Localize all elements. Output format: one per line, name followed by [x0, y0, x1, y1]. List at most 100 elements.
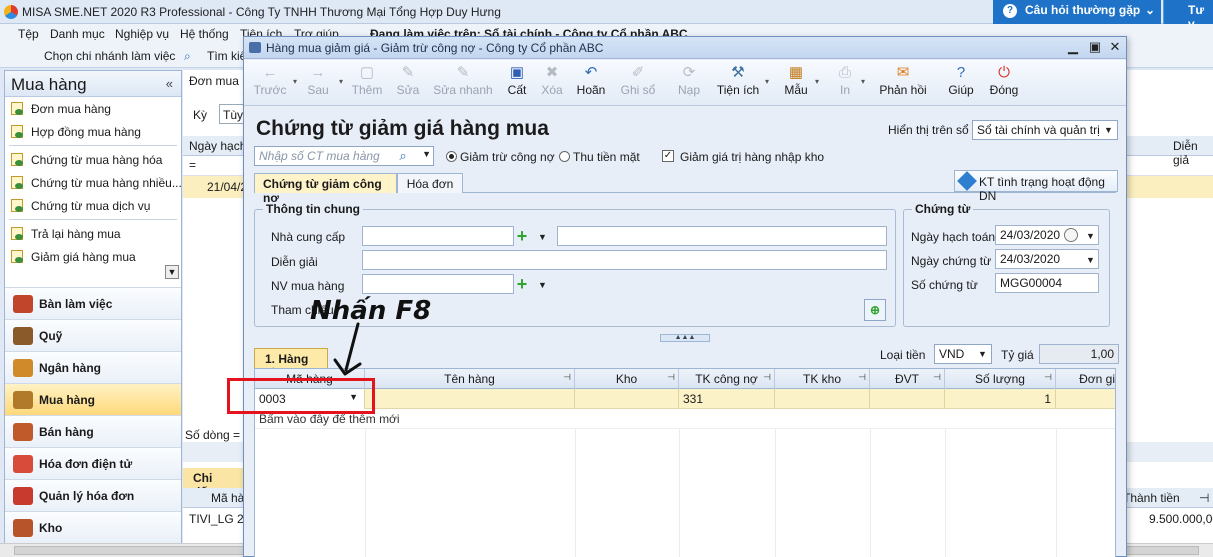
- tab-invoice[interactable]: Hóa đơn: [397, 173, 463, 193]
- col-unit-price[interactable]: Đơn gi: [1056, 369, 1115, 389]
- feedback-button[interactable]: ✉ Phản hồi: [878, 63, 928, 103]
- post-button[interactable]: ✐ Ghi sổ: [620, 63, 656, 103]
- faq-label: Câu hỏi thường gặp: [1025, 3, 1141, 17]
- book-select[interactable]: Sổ tài chính và quản trị ▼: [972, 120, 1118, 140]
- quick-edit-button[interactable]: ✎ Sửa nhanh: [432, 63, 494, 103]
- check-business-status-button[interactable]: KT tình trạng hoạt động DN: [954, 170, 1118, 203]
- module-desk[interactable]: Bàn làm việc: [5, 287, 181, 319]
- voucher-number-input[interactable]: MGG00004: [995, 273, 1099, 293]
- collapse-icon[interactable]: «: [166, 76, 173, 91]
- sidebar-item-service-voucher[interactable]: Chứng từ mua dịch vụ: [5, 194, 181, 217]
- exchange-rate-input[interactable]: 1,00: [1039, 344, 1119, 364]
- module-cash[interactable]: Quỹ: [5, 319, 181, 351]
- reload-button[interactable]: ⟳ Nạp: [676, 63, 702, 103]
- sidebar-item-multi-voucher[interactable]: Chứng từ mua hàng nhiều...: [5, 171, 181, 194]
- close-button[interactable]: ⏻ Đóng: [986, 63, 1022, 103]
- item-name-cell[interactable]: [365, 389, 575, 409]
- prev-button[interactable]: ← Trước ▾: [252, 63, 297, 103]
- module-e-invoice[interactable]: Hóa đơn điện tử: [5, 447, 181, 479]
- menu-system[interactable]: Hệ thống: [180, 27, 229, 41]
- unit-price-cell[interactable]: [1056, 389, 1115, 409]
- pin-icon[interactable]: ⊣: [1044, 372, 1052, 383]
- chevron-down-icon[interactable]: ▼: [1086, 255, 1095, 265]
- currency-select[interactable]: VND ▼: [934, 344, 992, 364]
- consult-button[interactable]: Tư v: [1163, 0, 1213, 31]
- splitter-handle[interactable]: ▲▲▲: [660, 334, 710, 342]
- menu-category[interactable]: Danh mục: [50, 27, 105, 41]
- add-new-row[interactable]: Bấm vào đây để thêm mới: [255, 409, 1115, 429]
- col-warehouse[interactable]: Kho ⊣: [575, 369, 679, 389]
- print-button[interactable]: ⎙ In ▾: [834, 63, 865, 103]
- col-item-name[interactable]: Tên hàng ⊣: [365, 369, 575, 389]
- delete-button[interactable]: ✖ Xóa: [538, 63, 566, 103]
- tab-goods-money[interactable]: 1. Hàng tiền: [254, 348, 328, 380]
- module-invoice-mgmt[interactable]: Quản lý hóa đơn: [5, 479, 181, 511]
- add-button[interactable]: ▢ Thêm: [350, 63, 384, 103]
- menu-file[interactable]: Tệp: [18, 27, 39, 41]
- module-purchase[interactable]: Mua hàng: [5, 383, 181, 415]
- module-label: Hóa đơn điện tử: [39, 457, 133, 471]
- table-row[interactable]: 0003 ▼ 331 1: [255, 389, 1115, 409]
- unit-cell[interactable]: [870, 389, 945, 409]
- maximize-icon[interactable]: ▣: [1086, 39, 1104, 56]
- module-sales[interactable]: Bán hàng: [5, 415, 181, 447]
- faq-button[interactable]: ? Câu hỏi thường gặp ⌄: [993, 0, 1161, 24]
- purchaser-input[interactable]: [362, 274, 514, 294]
- pin-icon[interactable]: ⊣: [763, 372, 771, 383]
- utilities-button[interactable]: ⚒ Tiện ích ▾: [716, 63, 769, 103]
- pin-icon[interactable]: ⊣: [667, 372, 675, 383]
- pin-icon[interactable]: ⊣: [563, 372, 571, 383]
- sidebar-item-purchase-contract[interactable]: Hợp đồng mua hàng: [5, 120, 181, 143]
- col-unit[interactable]: ĐVT ⊣: [870, 369, 945, 389]
- chevron-down-icon[interactable]: ▼: [538, 280, 547, 290]
- sidebar-item-purchase-order[interactable]: Đơn mua hàng: [5, 97, 181, 120]
- background-tab[interactable]: Đơn mua h: [189, 74, 249, 88]
- next-button[interactable]: → Sau ▾: [302, 63, 343, 103]
- tab-details[interactable]: Chi tiết: [183, 468, 243, 499]
- warehouse-cell[interactable]: [575, 389, 679, 409]
- pin-icon[interactable]: ⊣: [858, 372, 866, 383]
- help-button[interactable]: ? Giúp: [946, 63, 976, 103]
- payable-account-cell[interactable]: 331: [679, 389, 775, 409]
- quantity-cell[interactable]: 1: [945, 389, 1056, 409]
- search-icon[interactable]: ⌕: [393, 146, 413, 166]
- undo-button[interactable]: ↶ Hoãn: [576, 63, 606, 103]
- checkbox-reduce-stock-value[interactable]: ✓: [662, 150, 674, 162]
- sidebar-item-purchase-discount[interactable]: Giảm giá hàng mua: [5, 245, 181, 268]
- template-button[interactable]: ▦ Mẫu ▾: [782, 63, 819, 103]
- chevron-down-icon[interactable]: ▼: [538, 232, 547, 242]
- add-supplier-icon[interactable]: +: [514, 227, 530, 245]
- pin-icon[interactable]: ⊣: [933, 372, 941, 383]
- sidebar-scroll-down-icon[interactable]: ▼: [165, 265, 179, 279]
- module-bank[interactable]: Ngân hàng: [5, 351, 181, 383]
- minimize-icon[interactable]: ▁: [1064, 39, 1082, 56]
- posting-date-input[interactable]: 24/03/2020: [995, 225, 1099, 245]
- voucher-date-input[interactable]: 24/03/2020: [995, 249, 1099, 269]
- radio-cash-receipt[interactable]: [559, 151, 570, 162]
- supplier-code-input[interactable]: [362, 226, 514, 246]
- select-branch-button[interactable]: Chọn chi nhánh làm việc: [44, 49, 175, 63]
- pin-icon: ⊣: [1199, 491, 1210, 505]
- search-button[interactable]: Tìm kiế: [207, 49, 246, 63]
- clock-icon[interactable]: [1064, 228, 1078, 242]
- module-warehouse[interactable]: Kho: [5, 511, 181, 543]
- chevron-down-icon[interactable]: ▼: [422, 149, 431, 159]
- col-payable-account[interactable]: TK công nợ ⊣: [679, 369, 775, 389]
- radio-debt-reduction[interactable]: [446, 151, 457, 162]
- edit-button[interactable]: ✎ Sửa: [394, 63, 422, 103]
- save-button[interactable]: ▣ Cất: [504, 63, 530, 103]
- tab-debt-voucher[interactable]: Chứng từ giảm công nợ: [254, 173, 397, 205]
- sidebar-item-goods-voucher[interactable]: Chứng từ mua hàng hóa: [5, 148, 181, 171]
- sidebar-item-purchase-return[interactable]: Trả lại hàng mua: [5, 222, 181, 245]
- description-input[interactable]: [362, 250, 887, 270]
- col-quantity[interactable]: Số lượng ⊣: [945, 369, 1056, 389]
- supplier-name-input[interactable]: [557, 226, 887, 246]
- close-icon[interactable]: ✕: [1106, 39, 1124, 56]
- add-purchaser-icon[interactable]: +: [514, 275, 530, 293]
- chevron-down-icon[interactable]: ▼: [1086, 231, 1095, 241]
- stock-account-cell[interactable]: [775, 389, 870, 409]
- add-reference-button[interactable]: ⊕: [864, 299, 886, 321]
- voucher-search-input[interactable]: Nhập số CT mua hàng ⌕ ▼: [254, 146, 434, 166]
- col-stock-account[interactable]: TK kho ⊣: [775, 369, 870, 389]
- menu-operations[interactable]: Nghiệp vụ: [115, 27, 169, 41]
